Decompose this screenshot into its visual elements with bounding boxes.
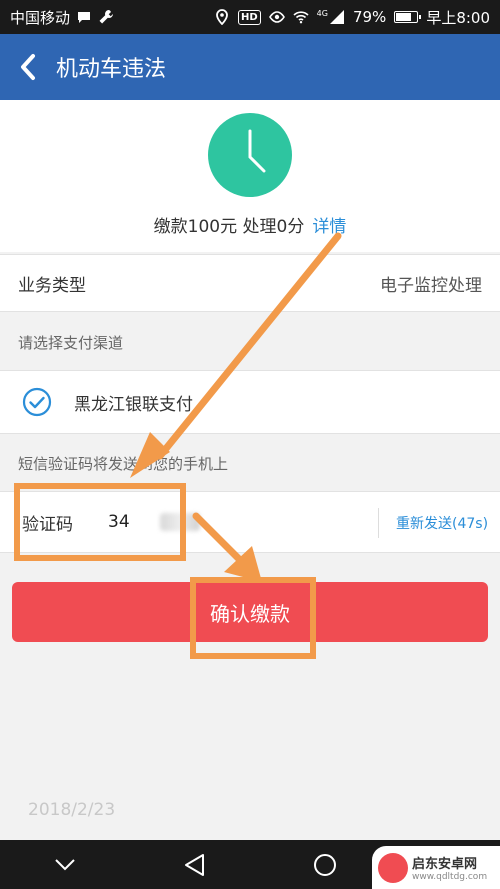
annotation-box-code: [14, 483, 186, 561]
annotation-box-confirm: [190, 577, 316, 659]
tutorial-arrows: [130, 232, 342, 582]
